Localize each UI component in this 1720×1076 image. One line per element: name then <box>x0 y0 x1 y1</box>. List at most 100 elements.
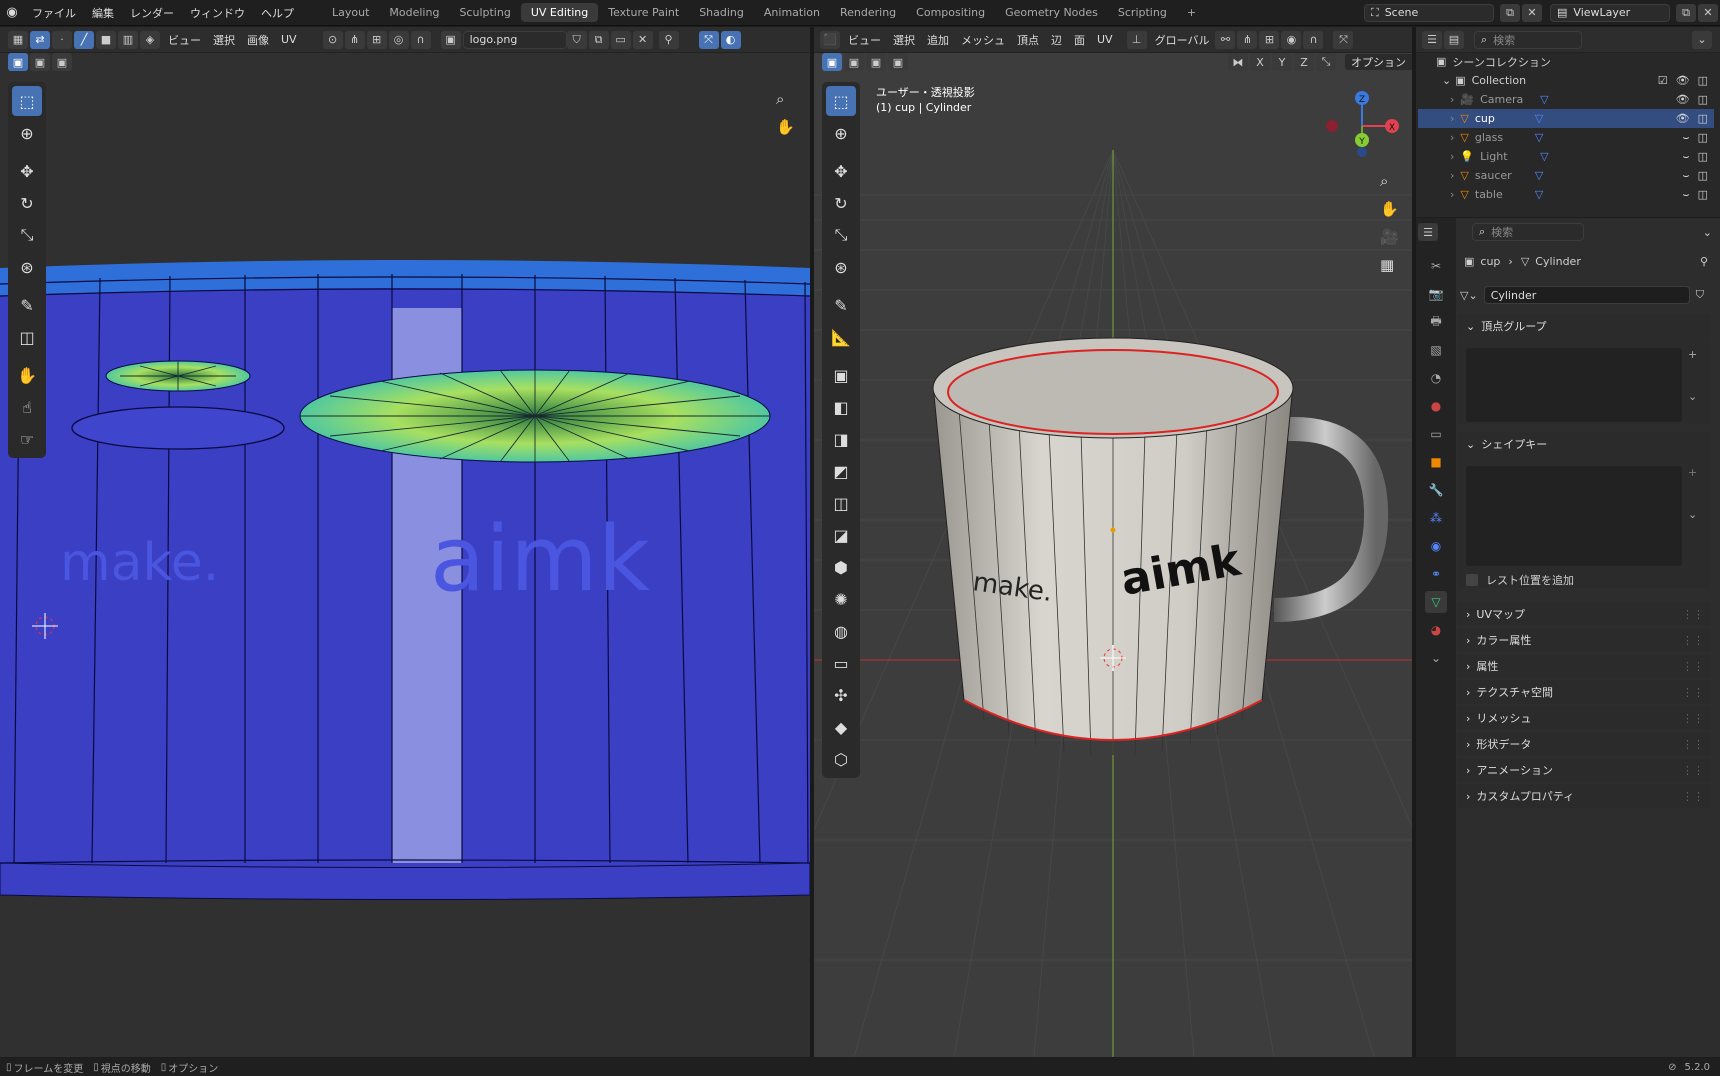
data-tab-icon[interactable]: ▽ <box>1425 591 1447 613</box>
outliner-render-icon[interactable]: ◫ <box>1698 93 1708 106</box>
outliner-expand-icon[interactable]: › <box>1450 169 1454 182</box>
orientation-icon[interactable]: ⊥ <box>1126 30 1147 49</box>
vp-menu-add[interactable]: 追加 <box>921 32 955 48</box>
uv-menu-select[interactable]: 選択 <box>207 32 241 48</box>
panel-drag-handle-icon[interactable]: ⋮⋮ <box>1682 738 1704 751</box>
editor-type-icon[interactable]: ▦ <box>8 30 28 49</box>
outliner-expand-icon[interactable]: › <box>1450 93 1454 106</box>
move-tool-icon[interactable]: ✥ <box>12 156 42 186</box>
shape-keys-panel-header[interactable]: ⌄ シェイプキー <box>1458 432 1710 456</box>
tab-scripting[interactable]: Scripting <box>1108 3 1177 22</box>
scale-tool-icon[interactable]: ⤡ <box>12 220 42 250</box>
overlay-toggle-icon[interactable]: ◐ <box>720 30 741 49</box>
grab-tool-icon[interactable]: ✋ <box>12 360 42 390</box>
vertex-groups-panel-header[interactable]: ⌄ 頂点グループ <box>1458 314 1710 338</box>
vp-move-tool-icon[interactable]: ✥ <box>826 156 856 186</box>
outliner-item-glass[interactable]: › ▽ glass ▽ ⌣ ◫ <box>1418 128 1714 147</box>
vp-snap-target-icon[interactable]: ⊞ <box>1259 30 1280 49</box>
new-view-layer-icon[interactable]: ⧉ <box>1676 3 1696 22</box>
face-select-icon[interactable]: ■ <box>96 30 116 49</box>
smooth-tool-icon[interactable]: ◍ <box>826 616 856 646</box>
collection-visibility-icon[interactable]: 👁 <box>1676 74 1690 87</box>
outliner-item-camera[interactable]: › 🎥 Camera ▽ 👁 ◫ <box>1418 90 1714 109</box>
view-layer-tab-icon[interactable]: ▧ <box>1425 339 1447 361</box>
vp-zoom-icon[interactable]: ⌕ <box>1380 172 1388 190</box>
mesh-browse-icon[interactable]: ▽⌄ <box>1460 289 1478 302</box>
uv-menu-view[interactable]: ビュー <box>162 32 207 48</box>
outliner-item-saucer[interactable]: › ▽ saucer ▽ ⌣ ◫ <box>1418 166 1714 185</box>
panel-drag-handle-icon[interactable]: ⋮⋮ <box>1682 608 1704 621</box>
tab-sculpting[interactable]: Sculpting <box>449 3 520 22</box>
material-tab-icon[interactable]: ◕ <box>1425 619 1447 641</box>
vp-menu-view[interactable]: ビュー <box>842 32 887 48</box>
select-subtract-icon[interactable]: ▣ <box>52 53 72 71</box>
falloff-icon[interactable]: ∩ <box>410 30 431 49</box>
vp-rotate-tool-icon[interactable]: ↻ <box>826 188 856 218</box>
tab-animation[interactable]: Animation <box>754 3 830 22</box>
auto-merge-icon[interactable]: ⤡ <box>1316 53 1336 71</box>
vp-measure-tool-icon[interactable]: 📐 <box>826 322 856 352</box>
panel-drag-handle-icon[interactable]: ⋮⋮ <box>1682 634 1704 647</box>
vp-select-invert-icon[interactable]: ▣ <box>888 53 908 71</box>
menu-file[interactable]: ファイル <box>24 5 84 21</box>
vp-falloff-icon[interactable]: ∩ <box>1303 30 1324 49</box>
vp-menu-select[interactable]: 選択 <box>887 32 921 48</box>
vp-annotate-tool-icon[interactable]: ✎ <box>826 290 856 320</box>
scene-tab-icon[interactable]: ◔ <box>1425 367 1447 389</box>
vp-transform-tool-icon[interactable]: ⊛ <box>826 252 856 282</box>
shape-key-menu-icon[interactable]: ⌄ <box>1688 508 1697 521</box>
collection-row[interactable]: ⌄ ▣ Collection ☑ 👁 ◫ <box>1418 71 1714 90</box>
mirror-x-toggle[interactable]: X <box>1250 53 1270 71</box>
island-select-icon[interactable]: ▥ <box>118 30 138 49</box>
transform-tool-icon[interactable]: ⊛ <box>12 252 42 282</box>
outliner-render-icon[interactable]: ◫ <box>1698 150 1708 163</box>
rotate-tool-icon[interactable]: ↻ <box>12 188 42 218</box>
properties-type-icon[interactable]: ☰ <box>1418 223 1438 241</box>
vp-menu-uv[interactable]: UV <box>1091 33 1119 46</box>
outliner-visibility-icon[interactable]: ⌣ <box>1682 131 1689 145</box>
menu-help[interactable]: ヘルプ <box>253 5 302 21</box>
tab-uv-editing[interactable]: UV Editing <box>520 3 599 22</box>
outliner-item-table[interactable]: › ▽ table ▽ ⌣ ◫ <box>1418 185 1714 204</box>
output-tab-icon[interactable]: 🖶 <box>1425 311 1447 333</box>
add-cube-tool-icon[interactable]: ▣ <box>826 360 856 390</box>
relax-tool-icon[interactable]: ☝ <box>12 392 42 422</box>
vp-select-subtract-icon[interactable]: ▣ <box>866 53 886 71</box>
physics-tab-icon[interactable]: ◉ <box>1425 535 1447 557</box>
outliner-expand-icon[interactable]: › <box>1450 112 1454 125</box>
options-dropdown[interactable]: オプション <box>1344 53 1418 71</box>
inset-tool-icon[interactable]: ◨ <box>826 424 856 454</box>
vp-gizmo-icon[interactable]: ⤧ <box>1333 30 1354 49</box>
shape-keys-list[interactable] <box>1466 466 1682 566</box>
collection-tab-icon[interactable]: ▭ <box>1425 423 1447 445</box>
outliner-visibility-icon[interactable]: 👁 <box>1676 112 1690 125</box>
viewport-editor-type-icon[interactable]: ⬛ <box>820 30 840 49</box>
delete-view-layer-icon[interactable]: ✕ <box>1698 3 1718 22</box>
uv-menu-image[interactable]: 画像 <box>241 32 275 48</box>
uv-canvas[interactable]: make. aimk <box>0 260 810 900</box>
pivot-icon[interactable]: ⊙ <box>322 30 343 49</box>
snap-icon[interactable]: ⋔ <box>344 30 365 49</box>
panel-drag-handle-icon[interactable]: ⋮⋮ <box>1682 712 1704 725</box>
proportional-edit-icon[interactable]: ◎ <box>388 30 409 49</box>
outliner-visibility-icon[interactable]: 👁 <box>1676 93 1690 106</box>
vertex-group-menu-icon[interactable]: ⌄ <box>1688 390 1697 403</box>
cursor-tool-icon[interactable]: ⊕ <box>12 118 42 148</box>
panel-header-6[interactable]: › アニメーション ⋮⋮ <box>1458 758 1710 782</box>
select-extend-icon[interactable]: ▣ <box>30 53 50 71</box>
panel-header-7[interactable]: › カスタムプロパティ ⋮⋮ <box>1458 784 1710 808</box>
world-tab-icon[interactable]: ● <box>1425 395 1447 417</box>
texture-tab-icon[interactable]: ⌄ <box>1425 647 1447 669</box>
vp-select-box-icon[interactable]: ▣ <box>822 53 842 71</box>
vertex-groups-list[interactable] <box>1466 348 1682 422</box>
panel-header-2[interactable]: › 属性 ⋮⋮ <box>1458 654 1710 678</box>
scene-selector[interactable]: ⛶ Scene <box>1364 3 1494 22</box>
bevel-tool-icon[interactable]: ◩ <box>826 456 856 486</box>
image-browse-icon[interactable]: ▣ <box>440 30 461 49</box>
vp-pivot-icon[interactable]: ⚯ <box>1215 30 1236 49</box>
new-image-icon[interactable]: ⧉ <box>588 30 609 49</box>
pin-data-icon[interactable]: ⚲ <box>1700 255 1708 268</box>
pan-hand-icon[interactable]: ✋ <box>776 118 795 136</box>
open-image-icon[interactable]: ▭ <box>610 30 631 49</box>
gizmo-toggle-icon[interactable]: ⤧ <box>698 30 719 49</box>
